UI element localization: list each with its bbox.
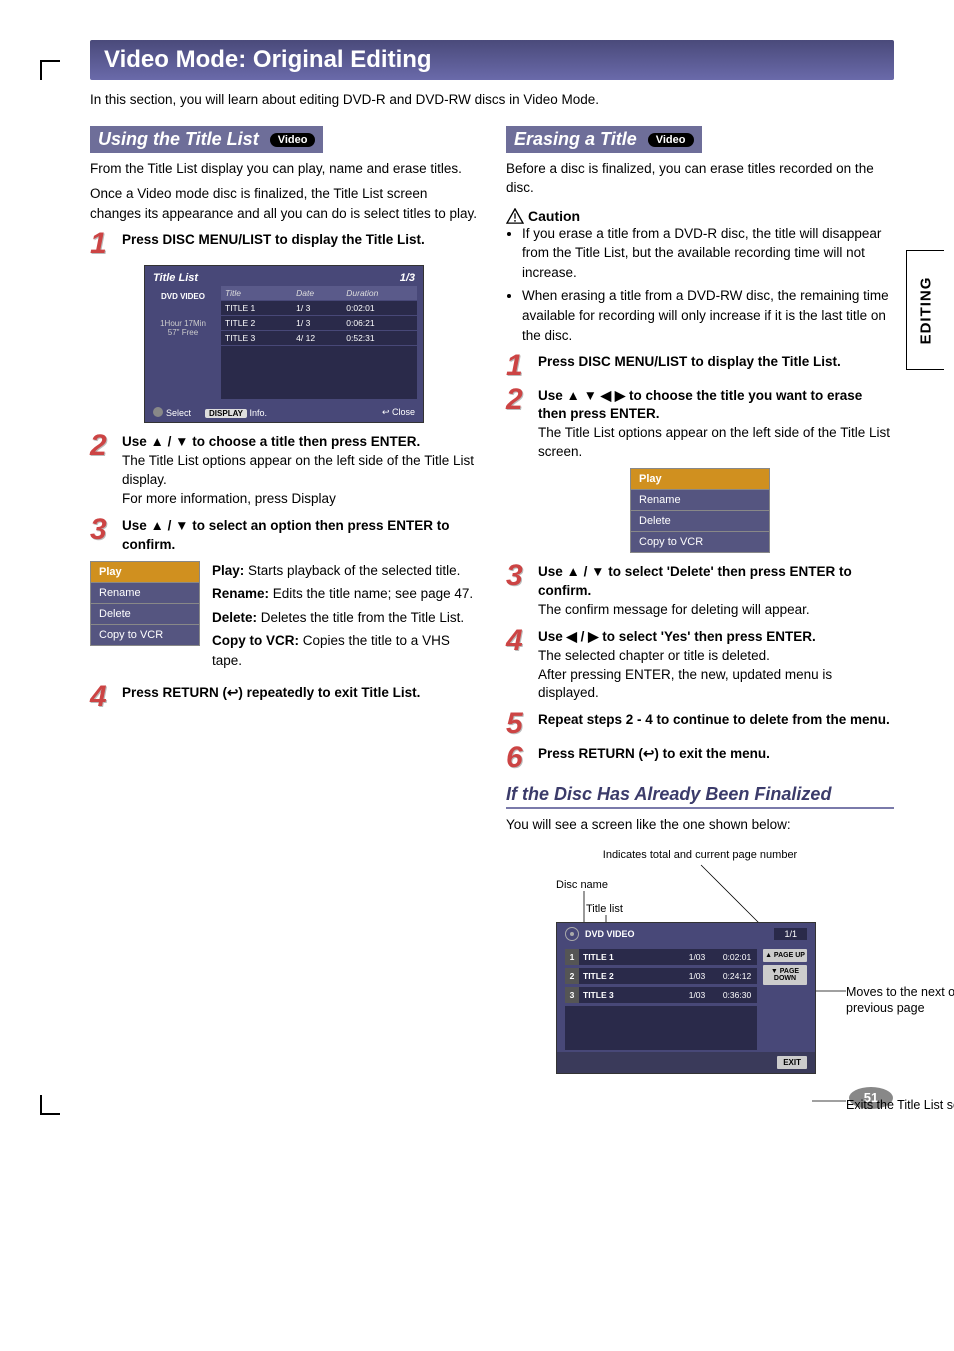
opt-desc-play: Play: Starts playback of the selected ti… bbox=[212, 561, 478, 581]
video-pill: Video bbox=[648, 133, 694, 147]
ss1-foot-select: Select bbox=[153, 407, 191, 418]
right-step3-lead: Use ▲ / ▼ to select 'Delete' then press … bbox=[538, 564, 852, 598]
callout-disc-name: Disc name bbox=[556, 879, 608, 891]
options-mini-menu-2: Play Rename Delete Copy to VCR bbox=[630, 468, 770, 553]
ss1-col-duration: Duration bbox=[342, 286, 417, 301]
opt2-delete: Delete bbox=[631, 511, 770, 532]
ss1-row: TITLE 3 4/ 12 0:52:31 bbox=[221, 330, 417, 345]
step-number-4: 4 bbox=[506, 628, 532, 704]
left-step4: Press RETURN (↩) repeatedly to exit Titl… bbox=[122, 685, 420, 700]
ss2-page-indicator: 1/1 bbox=[774, 928, 807, 940]
step-number-5: 5 bbox=[506, 711, 532, 737]
opt-desc-rename: Rename: Edits the title name; see page 4… bbox=[212, 584, 478, 604]
finalized-screenshot: DVD VIDEO 1/1 1 TITLE 1 1/03 0:02:01 bbox=[556, 922, 816, 1074]
caution-item: When erasing a title from a DVD-RW disc,… bbox=[522, 286, 894, 345]
subhead-erase-text: Erasing a Title bbox=[514, 129, 637, 149]
disc-icon bbox=[565, 927, 579, 941]
step-number-2: 2 bbox=[90, 433, 116, 509]
erase-intro: Before a disc is finalized, you can eras… bbox=[506, 159, 894, 198]
callout-exit: Exits the Title List screen. bbox=[846, 1097, 954, 1113]
exit-button: EXIT bbox=[777, 1056, 807, 1069]
step-number-6: 6 bbox=[506, 745, 532, 771]
ss1-free-space: 1Hour 17Min 57" Free bbox=[151, 319, 215, 337]
opt-copy-vcr: Copy to VCR bbox=[91, 624, 200, 645]
finalized-body: You will see a screen like the one shown… bbox=[506, 815, 894, 835]
subhead-using-title-list: Using the Title List Video bbox=[90, 126, 323, 153]
crop-mark-bl bbox=[40, 1095, 60, 1115]
subhead-finalized: If the Disc Has Already Been Finalized bbox=[506, 784, 894, 809]
right-step1: Press DISC MENU/LIST to display the Titl… bbox=[538, 354, 841, 369]
left-step1: Press DISC MENU/LIST to display the Titl… bbox=[122, 232, 425, 247]
step-number-1: 1 bbox=[506, 353, 532, 379]
callout-next-prev-page: Moves to the next or previous page bbox=[846, 984, 954, 1017]
right-step2-body: The Title List options appear on the lef… bbox=[538, 425, 890, 459]
page-down-button: ▼ PAGE DOWN bbox=[763, 965, 807, 985]
right-step6: Press RETURN (↩) to exit the menu. bbox=[538, 746, 770, 761]
right-step4-body1: The selected chapter or title is deleted… bbox=[538, 648, 770, 663]
chapter-side-tab-text: EDITING bbox=[917, 276, 934, 344]
ss2-row: 1 TITLE 1 1/03 0:02:01 bbox=[565, 949, 757, 965]
opt-desc-copy: Copy to VCR: Copies the title to a VHS t… bbox=[212, 631, 478, 670]
ss2-row: 2 TITLE 2 1/03 0:24:12 bbox=[565, 968, 757, 984]
step-number-4: 4 bbox=[90, 684, 116, 710]
left-step2-extra: For more information, press Display bbox=[122, 491, 336, 506]
right-step2-lead: Use ▲ ▼ ◀ ▶ to choose the title you want… bbox=[538, 388, 862, 422]
warning-triangle-icon bbox=[506, 208, 524, 224]
step-number-2: 2 bbox=[506, 387, 532, 463]
video-pill: Video bbox=[270, 133, 316, 147]
page-up-button: ▲ PAGE UP bbox=[763, 949, 807, 962]
crop-mark-tl bbox=[40, 60, 60, 80]
right-step4-lead: Use ◀ / ▶ to select 'Yes' then press ENT… bbox=[538, 629, 816, 644]
callout-total-page: Indicates total and current page number bbox=[506, 849, 894, 862]
ss1-foot-info: DISPLAY Info. bbox=[205, 408, 267, 418]
opt-rename: Rename bbox=[91, 582, 200, 603]
opt2-copy-vcr: Copy to VCR bbox=[631, 532, 770, 553]
section-intro: In this section, you will learn about ed… bbox=[90, 90, 894, 110]
ss1-foot-close: ↩ Close bbox=[382, 407, 415, 418]
ss2-row: 3 TITLE 3 1/03 0:36:30 bbox=[565, 987, 757, 1003]
ss1-disc-type: DVD VIDEO bbox=[151, 292, 215, 301]
ss1-heading: Title List bbox=[153, 272, 198, 284]
ss1-col-title: Title bbox=[221, 286, 292, 301]
opt-desc-delete: Delete: Deletes the title from the Title… bbox=[212, 608, 478, 628]
section-title-bar: Video Mode: Original Editing bbox=[90, 40, 894, 80]
caution-heading: Caution bbox=[506, 208, 894, 224]
step-number-3: 3 bbox=[90, 517, 116, 555]
opt-delete: Delete bbox=[91, 603, 200, 624]
step-number-3: 3 bbox=[506, 563, 532, 620]
callout-title-list: Title list bbox=[586, 903, 623, 915]
using-title-list-p2: Once a Video mode disc is finalized, the… bbox=[90, 184, 478, 223]
opt-play: Play bbox=[91, 561, 200, 582]
ss1-row: TITLE 2 1/ 3 0:06:21 bbox=[221, 315, 417, 330]
chapter-side-tab: EDITING bbox=[906, 250, 944, 370]
options-mini-menu: Play Rename Delete Copy to VCR bbox=[90, 561, 200, 646]
using-title-list-p1: From the Title List display you can play… bbox=[90, 159, 478, 179]
ss1-page-indicator: 1/3 bbox=[400, 272, 415, 284]
left-step2-lead: Use ▲ / ▼ to choose a title then press E… bbox=[122, 434, 420, 449]
left-step3-lead: Use ▲ / ▼ to select an option then press… bbox=[122, 518, 450, 552]
subhead-text: Using the Title List bbox=[98, 129, 259, 149]
ss1-row: TITLE 1 1/ 3 0:02:01 bbox=[221, 300, 417, 315]
right-step4-body2: After pressing ENTER, the new, updated m… bbox=[538, 667, 832, 701]
opt2-play: Play bbox=[631, 469, 770, 490]
left-step2-body: The Title List options appear on the lef… bbox=[122, 453, 474, 487]
ss1-col-date: Date bbox=[292, 286, 342, 301]
step-number-1: 1 bbox=[90, 231, 116, 257]
subhead-erasing-title: Erasing a Title Video bbox=[506, 126, 702, 153]
caution-item: If you erase a title from a DVD-R disc, … bbox=[522, 224, 894, 283]
right-step5-lead: Repeat steps 2 - 4 to continue to delete… bbox=[538, 712, 890, 727]
opt2-rename: Rename bbox=[631, 490, 770, 511]
caution-label: Caution bbox=[528, 208, 580, 224]
ss2-disc-type: DVD VIDEO bbox=[585, 929, 635, 939]
right-step3-body: The confirm message for deleting will ap… bbox=[538, 602, 810, 617]
title-list-screenshot: Title List 1/3 DVD VIDEO 1Hour 17Min 57"… bbox=[144, 265, 424, 424]
